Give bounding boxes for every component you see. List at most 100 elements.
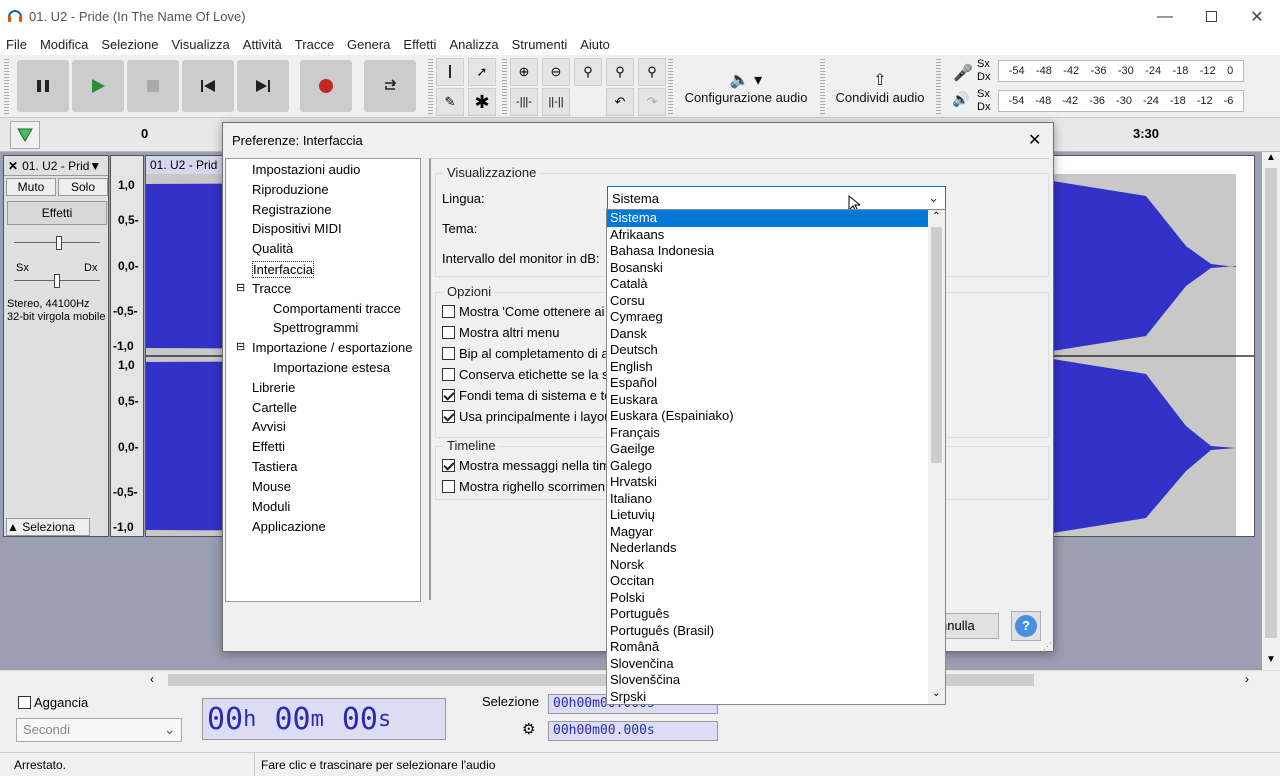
skip-end-button[interactable]	[237, 60, 289, 112]
menu-tools[interactable]: Strumenti	[506, 37, 575, 52]
tree-item-selected[interactable]: Interfaccia	[252, 261, 314, 278]
draw-tool-button[interactable]: ✎	[436, 88, 464, 116]
tree-item[interactable]: Librerie	[252, 380, 295, 395]
language-option[interactable]: Português (Brasil)	[607, 623, 945, 640]
language-select[interactable]: Sistema ⌄	[607, 186, 946, 213]
menu-file[interactable]: File	[0, 37, 34, 52]
tree-item[interactable]: Qualità	[252, 241, 293, 256]
resize-grip-icon[interactable]: ⋰	[1043, 641, 1052, 652]
audio-setup-button[interactable]: 🔈 ▾ Configurazione audio	[676, 59, 816, 115]
track-close-button[interactable]: ✕	[4, 159, 22, 173]
tree-item[interactable]: Effetti	[252, 439, 285, 454]
toolbar-grip[interactable]	[428, 59, 433, 115]
multi-tool-button[interactable]: ✱	[468, 88, 496, 116]
language-option[interactable]: Slovenčina	[607, 656, 945, 673]
language-option[interactable]: Nederlands	[607, 540, 945, 557]
tree-item[interactable]: Registrazione	[252, 202, 332, 217]
language-option[interactable]: Afrikaans	[607, 227, 945, 244]
language-option[interactable]: Srpski	[607, 689, 945, 705]
time-display[interactable]: 00 h 00 m 00 s	[202, 698, 446, 740]
select-track-button[interactable]: ▲ Seleziona	[6, 518, 90, 536]
trim-button[interactable]: -|||-	[510, 88, 538, 116]
record-meter[interactable]: -54 -48 -42 -36 -30 -24 -18 -12 0	[998, 60, 1244, 82]
language-option[interactable]: Hrvatski	[607, 474, 945, 491]
tree-item[interactable]: Importazione / esportazione	[252, 340, 412, 355]
tree-item[interactable]: Tracce	[252, 281, 291, 296]
language-option[interactable]: Română	[607, 639, 945, 656]
dropdown-scrollbar[interactable]: ⌃ ⌄	[928, 210, 945, 704]
vertical-scrollbar[interactable]: ▲ ▼	[1262, 152, 1280, 670]
language-option[interactable]: Euskara	[607, 392, 945, 409]
fit-project-button[interactable]: ⚲	[606, 58, 634, 86]
chevron-up-icon[interactable]: ⌃	[932, 211, 940, 222]
tree-item[interactable]: Spettrogrammi	[273, 320, 358, 335]
language-option[interactable]: Português	[607, 606, 945, 623]
timeline-options-button[interactable]	[10, 121, 40, 149]
mute-button[interactable]: Muto	[6, 178, 56, 196]
language-option[interactable]: Gaeilge	[607, 441, 945, 458]
vertical-scroll-thumb[interactable]	[1265, 168, 1277, 638]
scroll-left-icon[interactable]: ‹	[150, 672, 154, 686]
amplitude-scale[interactable]: 1,0 0,5- 0,0- -0,5- -1,0 1,0 0,5- 0,0- -…	[110, 155, 144, 537]
language-option[interactable]: Bahasa Indonesia	[607, 243, 945, 260]
language-option[interactable]: Euskara (Espainiako)	[607, 408, 945, 425]
toolbar-grip[interactable]	[4, 59, 9, 115]
timeline-checkbox[interactable]	[442, 480, 455, 493]
menu-help[interactable]: Aiuto	[574, 37, 617, 52]
preferences-tree[interactable]: Impostazioni audio Riproduzione Registra…	[225, 158, 421, 602]
toolbar-grip[interactable]	[820, 59, 825, 115]
language-option[interactable]: Français	[607, 425, 945, 442]
close-window-button[interactable]: ✕	[1234, 0, 1280, 33]
option-checkbox[interactable]	[442, 347, 455, 360]
pan-slider-thumb[interactable]	[54, 274, 60, 288]
minimize-button[interactable]: —	[1142, 0, 1188, 33]
tree-item[interactable]: Moduli	[252, 499, 290, 514]
maximize-button[interactable]	[1188, 0, 1234, 33]
solo-button[interactable]: Solo	[58, 178, 108, 196]
language-dropdown-list[interactable]: Sistema Afrikaans Bahasa Indonesia Bosanski…	[606, 209, 946, 705]
option-checkbox-checked[interactable]	[442, 389, 455, 402]
language-option[interactable]: Norsk	[607, 557, 945, 574]
menu-generate[interactable]: Genera	[341, 37, 397, 52]
selection-tool-button[interactable]: I	[436, 58, 464, 86]
option-checkbox[interactable]	[442, 368, 455, 381]
collapse-icon[interactable]: ⊟	[236, 281, 245, 294]
loop-button[interactable]	[364, 60, 416, 112]
zoom-out-button[interactable]: ⊖	[542, 58, 570, 86]
fit-selection-button[interactable]: ⚲	[574, 58, 602, 86]
dialog-close-button[interactable]: ✕	[1028, 130, 1041, 150]
silence-button[interactable]: ||-||	[542, 88, 570, 116]
menu-analyze[interactable]: Analizza	[443, 37, 505, 52]
tree-item[interactable]: Impostazioni audio	[252, 162, 360, 177]
menu-select[interactable]: Selezione	[95, 37, 165, 52]
language-option[interactable]: Italiano	[607, 491, 945, 508]
language-option[interactable]: Català	[607, 276, 945, 293]
language-option[interactable]: Español	[607, 375, 945, 392]
playback-meter[interactable]: -54 -48 -42 -36 -30 -24 -18 -12 -6	[998, 90, 1244, 112]
toolbar-grip[interactable]	[936, 59, 941, 115]
menu-effects[interactable]: Effetti	[397, 37, 443, 52]
language-option[interactable]: English	[607, 359, 945, 376]
envelope-tool-button[interactable]: ➚	[468, 58, 496, 86]
language-option[interactable]: Corsu	[607, 293, 945, 310]
effects-button[interactable]: Effetti	[7, 201, 107, 225]
gain-slider-thumb[interactable]	[56, 236, 62, 250]
redo-button[interactable]: ↷	[638, 88, 666, 116]
menu-tracks[interactable]: Tracce	[289, 37, 341, 52]
pause-button[interactable]	[17, 60, 69, 112]
toolbar-grip[interactable]	[502, 59, 507, 115]
language-option[interactable]: Galego	[607, 458, 945, 475]
tree-item[interactable]: Dispositivi MIDI	[252, 221, 342, 236]
language-option-selected[interactable]: Sistema	[607, 210, 945, 227]
snap-unit-select[interactable]: Secondi ⌄	[16, 718, 182, 742]
language-option[interactable]: Occitan	[607, 573, 945, 590]
scroll-down-icon[interactable]: ▼	[1266, 654, 1276, 665]
dropdown-scroll-thumb[interactable]	[931, 227, 942, 463]
menu-transport[interactable]: Attività	[237, 37, 289, 52]
chevron-down-icon[interactable]: ⌄	[932, 688, 940, 699]
selection-end-time[interactable]: 00h00m00.000s	[548, 721, 718, 741]
language-option[interactable]: Slovenščina	[607, 672, 945, 689]
menu-view[interactable]: Visualizza	[165, 37, 236, 52]
zoom-toggle-button[interactable]: ⚲	[638, 58, 666, 86]
option-checkbox-checked[interactable]	[442, 410, 455, 423]
